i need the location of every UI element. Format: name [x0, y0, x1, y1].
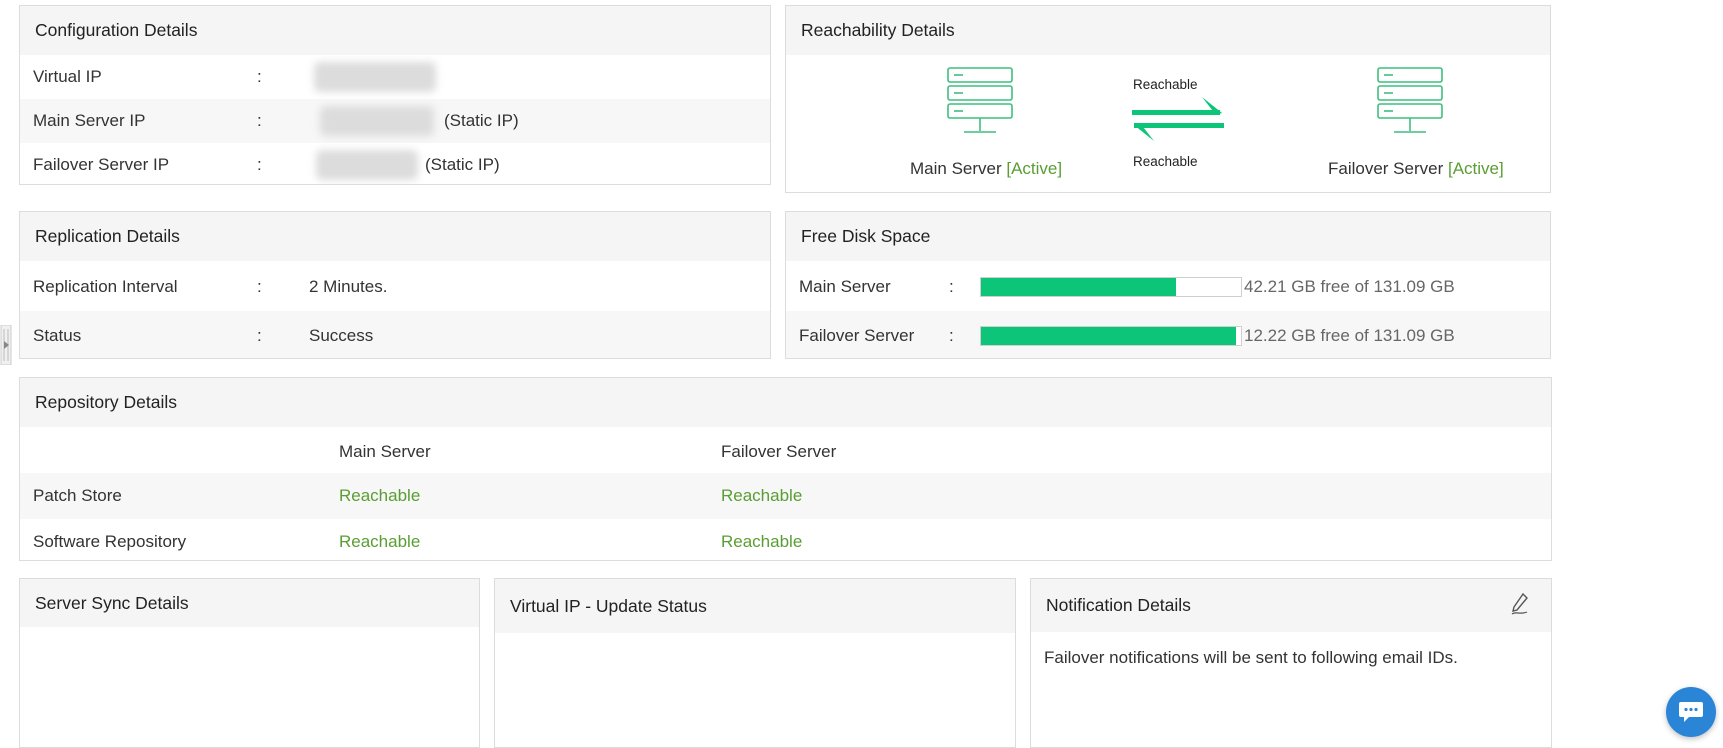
- replication-separator: :: [257, 277, 262, 296]
- configuration-details-panel: Configuration Details Virtual IP : Main …: [19, 5, 771, 185]
- chat-button[interactable]: [1666, 687, 1716, 737]
- failover-server-reachability: Reachable: [721, 486, 803, 505]
- disk-row-failover-server: Failover Server : 12.22 GB free of 131.0…: [786, 311, 1550, 358]
- repository-details-panel: Repository Details Main Server Failover …: [19, 377, 1552, 561]
- failover-server-name: Failover Server: [1328, 159, 1444, 178]
- redacted-ip: [316, 150, 418, 180]
- repository-label: Patch Store: [33, 486, 122, 505]
- reachability-details-title: Reachability Details: [786, 6, 1550, 55]
- config-label: Failover Server IP: [33, 155, 170, 174]
- replication-separator: :: [257, 326, 262, 345]
- server-icon: [1377, 67, 1443, 133]
- failover-server-status: Failover Server [Active]: [1328, 159, 1504, 179]
- replication-label: Status: [33, 326, 82, 345]
- chat-icon: [1679, 702, 1703, 722]
- main-server-status: Main Server [Active]: [910, 159, 1062, 179]
- redacted-ip: [314, 62, 436, 92]
- reachability-details-panel: Reachability Details Reachable Reachable: [785, 5, 1551, 193]
- reachable-label-bottom: Reachable: [1133, 154, 1198, 169]
- panel-handle-icon: [0, 324, 12, 366]
- config-separator: :: [257, 67, 262, 86]
- virtual-ip-update-status-title: Virtual IP - Update Status: [495, 579, 1015, 633]
- config-row-failover-server-ip: Failover Server IP : (Static IP): [20, 143, 770, 184]
- sync-arrows-icon: [1132, 97, 1224, 141]
- main-server-reachability: Reachable: [339, 486, 421, 505]
- disk-usage-fill: [981, 278, 1176, 296]
- replication-row-status: Status : Success: [20, 311, 770, 358]
- notification-details-title: Notification Details: [1031, 579, 1551, 632]
- config-label: Main Server IP: [33, 111, 146, 130]
- notification-details-panel: Notification Details Failover notificati…: [1030, 578, 1552, 748]
- server-icon: [947, 67, 1013, 133]
- repository-header-row: Main Server Failover Server: [20, 431, 1551, 473]
- replication-value: 2 Minutes.: [309, 277, 388, 296]
- redacted-ip: [320, 106, 434, 136]
- virtual-ip-update-status-panel: Virtual IP - Update Status: [494, 578, 1016, 748]
- config-row-main-server-ip: Main Server IP : (Static IP): [20, 99, 770, 143]
- main-server-active-badge: [Active]: [1006, 159, 1063, 178]
- free-disk-space-panel: Free Disk Space Main Server : 42.21 GB f…: [785, 211, 1551, 359]
- failover-server-active-badge: [Active]: [1448, 159, 1504, 178]
- server-sync-details-panel: Server Sync Details: [19, 578, 480, 748]
- config-separator: :: [257, 111, 262, 130]
- configuration-details-title: Configuration Details: [20, 6, 770, 55]
- disk-free-text: 12.22 GB free of 131.09 GB: [1244, 326, 1455, 345]
- disk-usage-bar: [980, 277, 1242, 297]
- static-ip-note: (Static IP): [444, 111, 519, 130]
- repository-row-patch-store: Patch Store Reachable Reachable: [20, 473, 1551, 519]
- replication-value: Success: [309, 326, 374, 345]
- reachable-label-top: Reachable: [1133, 77, 1198, 92]
- config-label: Virtual IP: [33, 67, 102, 86]
- replication-details-panel: Replication Details Replication Interval…: [19, 211, 771, 359]
- config-separator: :: [257, 155, 262, 174]
- disk-free-text: 42.21 GB free of 131.09 GB: [1244, 277, 1455, 296]
- server-sync-details-title: Server Sync Details: [20, 579, 479, 627]
- repository-label: Software Repository: [33, 532, 187, 551]
- column-main-server: Main Server: [339, 442, 431, 461]
- static-ip-note: (Static IP): [425, 155, 500, 174]
- replication-details-title: Replication Details: [20, 212, 770, 261]
- repository-details-title: Repository Details: [20, 378, 1551, 427]
- config-row-virtual-ip: Virtual IP :: [20, 55, 770, 99]
- edit-pen-icon: [1511, 592, 1528, 615]
- side-panel-handle[interactable]: [0, 324, 12, 366]
- disk-row-main-server: Main Server : 42.21 GB free of 131.09 GB: [786, 263, 1550, 311]
- replication-row-interval: Replication Interval : 2 Minutes.: [20, 263, 770, 311]
- main-server-reachability: Reachable: [339, 532, 421, 551]
- failover-server-reachability: Reachable: [721, 532, 803, 551]
- free-disk-space-title: Free Disk Space: [786, 212, 1550, 261]
- repository-row-software-repository: Software Repository Reachable Reachable: [20, 519, 1551, 560]
- disk-label: Failover Server: [799, 326, 915, 345]
- disk-usage-fill: [981, 327, 1236, 345]
- disk-usage-bar: [980, 326, 1242, 346]
- main-server-name: Main Server: [910, 159, 1002, 178]
- disk-separator: :: [949, 326, 954, 345]
- column-failover-server: Failover Server: [721, 442, 837, 461]
- notification-message: Failover notifications will be sent to f…: [1044, 648, 1458, 667]
- disk-separator: :: [949, 277, 954, 296]
- disk-label: Main Server: [799, 277, 891, 296]
- edit-icon[interactable]: [1511, 592, 1529, 620]
- replication-label: Replication Interval: [33, 277, 178, 296]
